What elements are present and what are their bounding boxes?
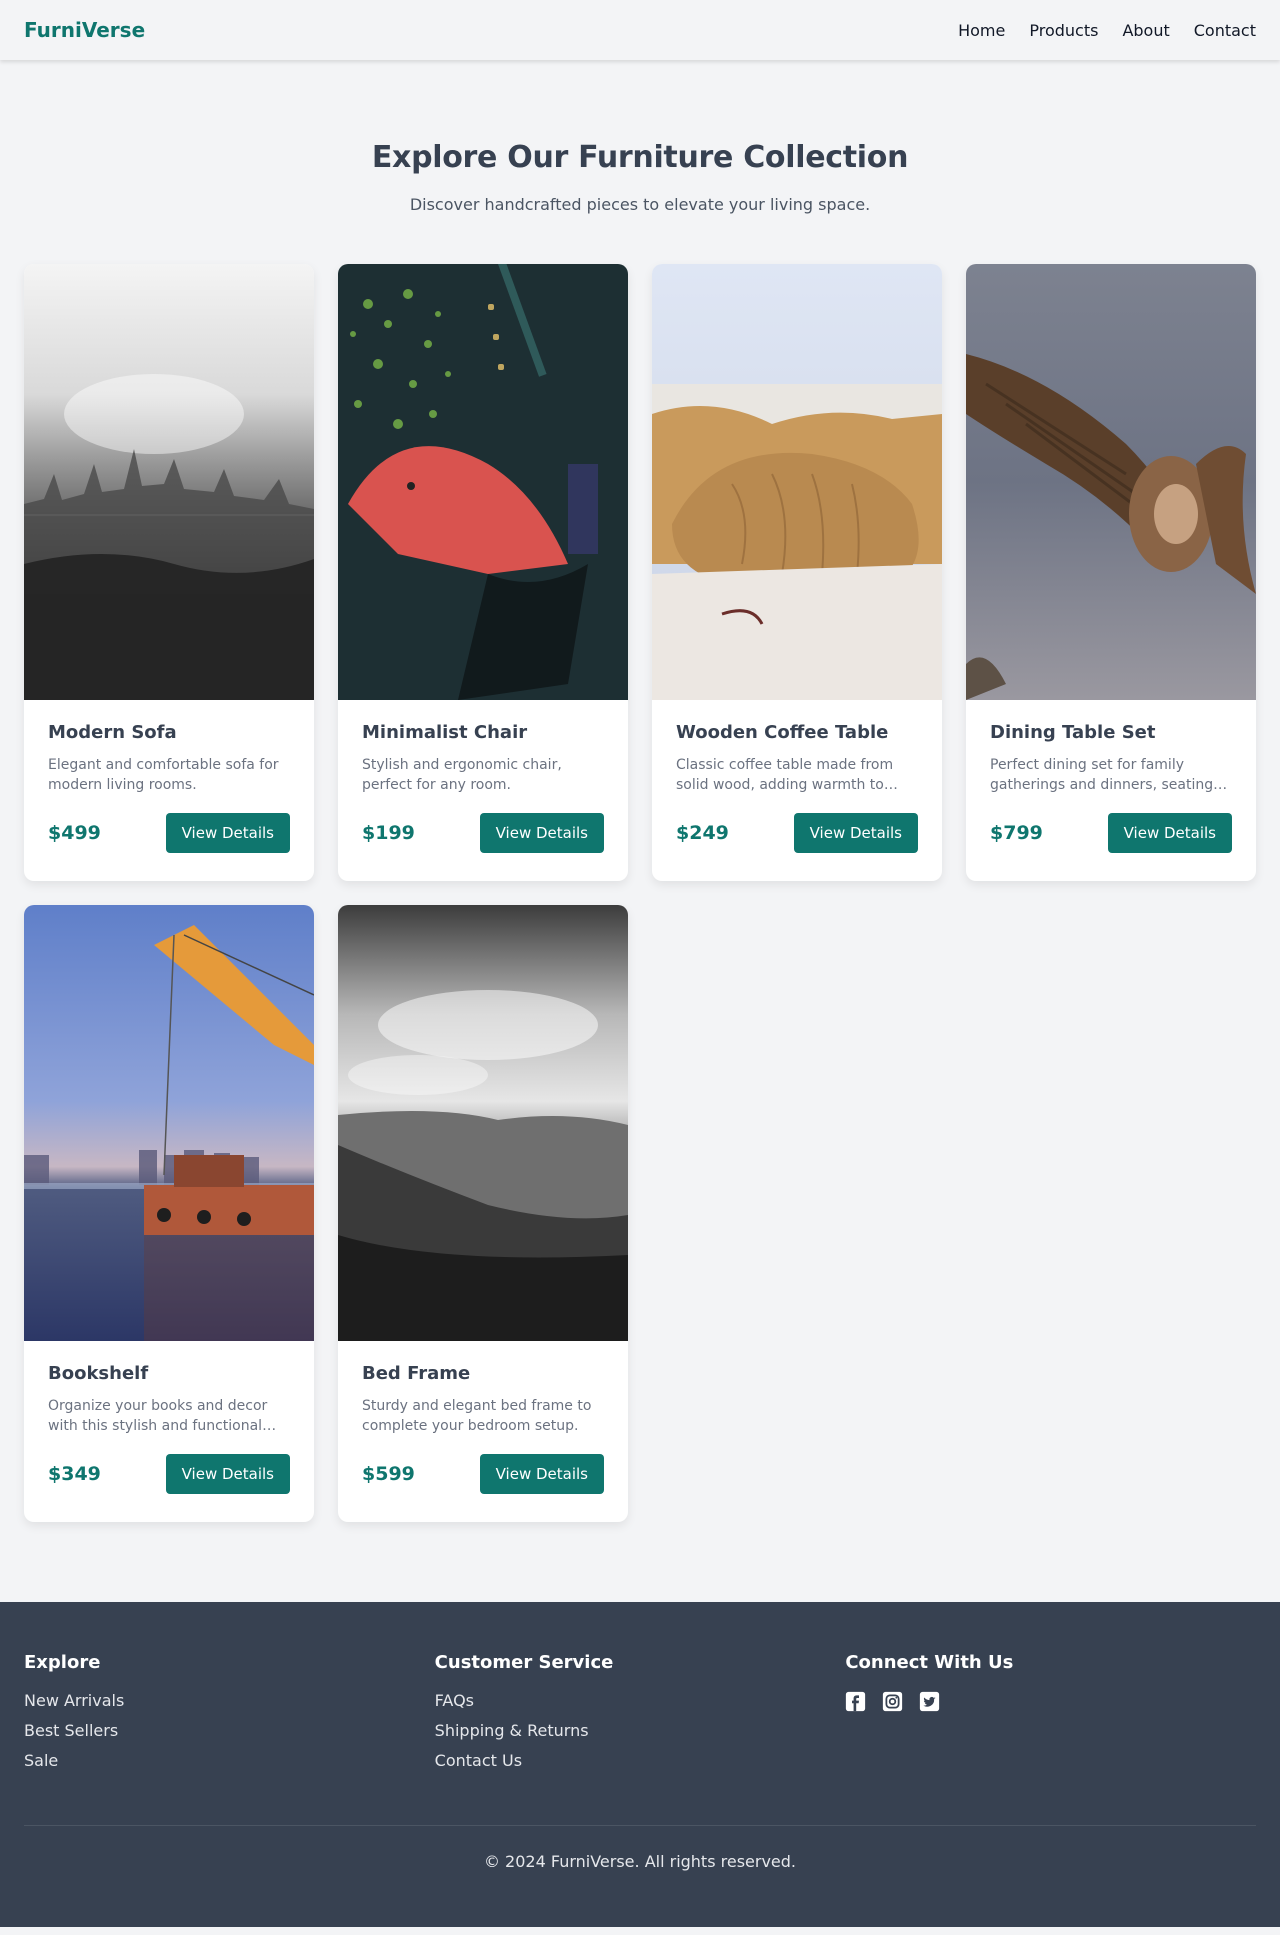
twitter-icon[interactable] (919, 1691, 940, 1712)
product-image[interactable] (338, 264, 628, 700)
page-title: Explore Our Furniture Collection (371, 140, 909, 175)
facebook-icon[interactable] (845, 1691, 866, 1712)
product-card: Modern Sofa Elegant and comfortable sofa… (24, 264, 314, 881)
product-title: Minimalist Chair (362, 722, 528, 743)
product-image[interactable] (24, 264, 314, 700)
view-details-button[interactable]: View Details (793, 813, 918, 853)
faqs-link[interactable]: FAQs (435, 1691, 474, 1710)
view-details-button[interactable]: View Details (479, 1454, 604, 1494)
site-header: FurniVerse Home Products About Contact (0, 0, 1280, 60)
contact-us-link[interactable]: Contact Us (435, 1751, 522, 1770)
new-arrivals-link[interactable]: New Arrivals (24, 1691, 124, 1710)
main-nav: Home Products About Contact (958, 21, 1256, 40)
list-item: FAQs (435, 1691, 846, 1710)
product-card: Bed Frame Sturdy and elegant bed frame t… (338, 905, 628, 1522)
product-description: Classic coffee table made from solid woo… (676, 757, 894, 793)
best-sellers-link[interactable]: Best Sellers (24, 1721, 118, 1740)
footer-service-heading: Customer Service (434, 1652, 614, 1673)
site-logo[interactable]: FurniVerse (24, 18, 145, 42)
view-details-button[interactable]: View Details (1107, 813, 1232, 853)
view-details-button[interactable]: View Details (165, 1454, 290, 1494)
hero-section: Explore Our Furniture Collection Discove… (0, 60, 1280, 214)
footer-service-links: FAQs Shipping & Returns Contact Us (435, 1691, 846, 1770)
view-details-button[interactable]: View Details (479, 813, 604, 853)
footer-connect: Connect With Us (845, 1652, 1256, 1781)
product-card-body: Bookshelf Organize your books and decor … (24, 1341, 314, 1522)
product-price: $499 (48, 822, 101, 844)
product-image[interactable] (338, 905, 628, 1341)
footer-explore: Explore New Arrivals Best Sellers Sale (24, 1652, 435, 1781)
list-item: Best Sellers (24, 1721, 435, 1740)
product-description: Elegant and comfortable sofa for modern … (48, 757, 279, 793)
view-details-button[interactable]: View Details (165, 813, 290, 853)
product-card: Bookshelf Organize your books and decor … (24, 905, 314, 1522)
product-title: Wooden Coffee Table (676, 722, 889, 743)
product-description: Organize your books and decor with this … (48, 1398, 268, 1434)
product-price: $349 (48, 1463, 101, 1485)
product-grid: Modern Sofa Elegant and comfortable sofa… (24, 264, 1256, 1522)
product-card-body: Wooden Coffee Table Classic coffee table… (652, 700, 942, 881)
nav-home-link[interactable]: Home (958, 21, 1005, 40)
product-card: Minimalist Chair Stylish and ergonomic c… (338, 264, 628, 881)
instagram-icon[interactable] (882, 1691, 903, 1712)
list-item: New Arrivals (24, 1691, 435, 1710)
nav-about-link[interactable]: About (1122, 21, 1169, 40)
sale-link[interactable]: Sale (24, 1751, 58, 1770)
list-item: Contact Us (435, 1751, 846, 1770)
footer-explore-heading: Explore (24, 1652, 101, 1673)
product-price: $799 (990, 822, 1043, 844)
product-price: $249 (676, 822, 729, 844)
product-title: Dining Table Set (990, 722, 1156, 743)
page-subtitle: Discover handcrafted pieces to elevate y… (409, 195, 871, 214)
product-card-body: Modern Sofa Elegant and comfortable sofa… (24, 700, 314, 881)
nav-products-link[interactable]: Products (1029, 21, 1098, 40)
footer-explore-links: New Arrivals Best Sellers Sale (24, 1691, 435, 1770)
product-card: Wooden Coffee Table Classic coffee table… (652, 264, 942, 881)
product-image[interactable] (24, 905, 314, 1341)
product-footer: $199 View Details (362, 813, 604, 853)
product-image[interactable] (966, 264, 1256, 700)
product-description: Perfect dining set for family gatherings… (990, 757, 1214, 793)
copyright-text: © 2024 FurniVerse. All rights reserved. (483, 1852, 797, 1871)
product-price: $199 (362, 822, 415, 844)
product-footer: $499 View Details (48, 813, 290, 853)
product-title: Modern Sofa (48, 722, 177, 743)
product-card-body: Dining Table Set Perfect dining set for … (966, 700, 1256, 881)
product-title: Bookshelf (48, 1363, 149, 1384)
footer-columns: Explore New Arrivals Best Sellers Sale C… (24, 1652, 1256, 1781)
product-description: Stylish and ergonomic chair, perfect for… (362, 757, 562, 793)
footer-customer-service: Customer Service FAQs Shipping & Returns… (435, 1652, 846, 1781)
product-title: Bed Frame (362, 1363, 471, 1384)
product-image[interactable] (652, 264, 942, 700)
product-card-body: Bed Frame Sturdy and elegant bed frame t… (338, 1341, 628, 1522)
nav-contact-link[interactable]: Contact (1194, 21, 1256, 40)
product-footer: $599 View Details (362, 1454, 604, 1494)
product-footer: $349 View Details (48, 1454, 290, 1494)
product-description: Sturdy and elegant bed frame to complete… (362, 1398, 592, 1434)
product-card-body: Minimalist Chair Stylish and ergonomic c… (338, 700, 628, 881)
product-card: Dining Table Set Perfect dining set for … (966, 264, 1256, 881)
list-item: Shipping & Returns (435, 1721, 846, 1740)
site-footer: Explore New Arrivals Best Sellers Sale C… (0, 1602, 1280, 1927)
product-price: $599 (362, 1463, 415, 1485)
footer-connect-heading: Connect With Us (845, 1652, 1014, 1673)
shipping-returns-link[interactable]: Shipping & Returns (435, 1721, 589, 1740)
list-item: Sale (24, 1751, 435, 1770)
social-links (845, 1691, 1256, 1712)
product-footer: $799 View Details (990, 813, 1232, 853)
product-footer: $249 View Details (676, 813, 918, 853)
